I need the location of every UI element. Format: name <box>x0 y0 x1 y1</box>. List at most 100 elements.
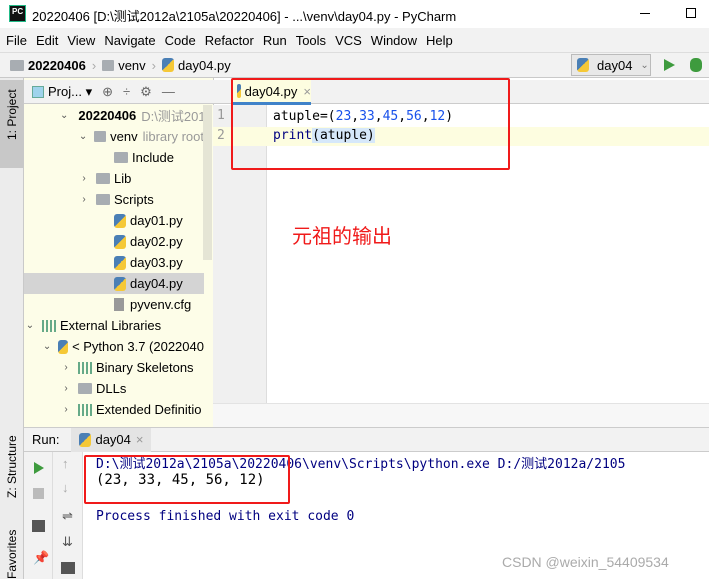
tree-item[interactable]: pyvenv.cfg <box>24 294 204 315</box>
gear-icon[interactable]: ⚙ <box>140 84 152 100</box>
python-icon <box>58 339 69 354</box>
minimize-button[interactable] <box>640 13 650 14</box>
side-tab-project[interactable]: 1: Project <box>0 80 24 168</box>
run-panel-header: Run: day04 × <box>24 427 709 452</box>
side-tab-structure[interactable]: Z: Structure <box>0 428 24 518</box>
tree-item[interactable]: day03.py <box>24 252 204 273</box>
collapse-icon[interactable]: ÷ <box>123 84 130 99</box>
annotation-text: 元祖的输出 <box>292 226 392 248</box>
chevron-down-icon[interactable]: ⌄ <box>60 110 68 121</box>
library-icon <box>78 403 92 416</box>
run-button[interactable] <box>664 59 675 71</box>
python-file-icon <box>114 213 126 228</box>
tree-item[interactable]: day04.py <box>24 273 204 294</box>
side-tab-favorites[interactable]: Favorites <box>0 523 24 579</box>
library-icon <box>42 319 56 332</box>
tree-item[interactable]: day01.py <box>24 210 204 231</box>
chevron-down-icon[interactable]: ⌄ <box>78 131 88 142</box>
close-icon[interactable]: × <box>136 432 144 447</box>
editor-hscrollbar[interactable] <box>213 403 709 427</box>
chevron-right-icon[interactable]: › <box>60 404 72 415</box>
menu-vcs[interactable]: VCS <box>335 33 362 48</box>
menu-navigate[interactable]: Navigate <box>104 33 155 48</box>
annotation-box-code <box>231 78 510 170</box>
folder-icon <box>78 383 92 394</box>
window-title: 20220406 [D:\测试2012a\2105a\20220406] - .… <box>32 9 457 24</box>
chevron-right-icon[interactable]: › <box>78 194 90 205</box>
soft-wrap-icon[interactable]: ⇌ <box>62 508 73 524</box>
chevron-down-icon[interactable]: ⌄ <box>42 341 52 352</box>
run-config-label: day04 <box>597 57 633 73</box>
breadcrumb-venv[interactable]: venv <box>118 58 145 73</box>
folder-icon <box>96 194 110 205</box>
debug-bug-icon[interactable] <box>690 58 702 72</box>
line-number: 2 <box>217 128 225 143</box>
menu-tools[interactable]: Tools <box>296 33 326 48</box>
menu-code[interactable]: Code <box>165 33 196 48</box>
tree-scrollbar[interactable] <box>203 105 212 260</box>
python-file-icon <box>114 255 126 270</box>
folder-icon <box>114 152 128 163</box>
tree-item[interactable]: ⌄ External Libraries <box>24 315 204 336</box>
project-panel-header: Proj... ▾ ⊕ ÷ ⚙ — <box>24 80 213 104</box>
tree-item[interactable]: › Binary Skeletons <box>24 357 204 378</box>
tree-item[interactable]: ⌄ venv library root <box>24 126 204 147</box>
locate-icon[interactable]: ⊕ <box>102 84 113 100</box>
tree-item[interactable]: ⌄ < Python 3.7 (2022040 <box>24 336 204 357</box>
title-bar: PC 20220406 [D:\测试2012a\2105a\20220406] … <box>0 0 709 28</box>
text-file-icon <box>114 298 124 311</box>
menu-bar: File Edit View Navigate Code Refactor Run Tools… <box>0 28 709 52</box>
print-icon[interactable] <box>61 562 75 574</box>
tree-item[interactable]: › DLLs <box>24 378 204 399</box>
layout-icon[interactable] <box>32 520 45 532</box>
python-file-icon <box>162 58 174 72</box>
menu-view[interactable]: View <box>67 33 95 48</box>
maximize-button[interactable] <box>686 8 696 18</box>
tree-item[interactable]: ⌄20220406D:\测试2012a\2 <box>24 105 204 126</box>
tree-item[interactable]: › Lib <box>24 168 204 189</box>
python-icon <box>79 432 92 447</box>
left-tool-strip: 1: Project Z: Structure Favorites <box>0 78 24 579</box>
watermark: CSDN @weixin_54409534 <box>502 554 669 570</box>
python-file-icon <box>114 234 126 249</box>
run-label: Run: <box>32 432 60 447</box>
library-icon <box>78 361 92 374</box>
chevron-down-icon[interactable]: ⌄ <box>24 320 36 331</box>
folder-icon <box>94 131 107 142</box>
menu-file[interactable]: File <box>6 33 27 48</box>
arrow-down-icon[interactable]: ↓ <box>62 480 69 495</box>
menu-help[interactable]: Help <box>426 33 453 48</box>
menu-window[interactable]: Window <box>371 33 417 48</box>
stop-button[interactable] <box>33 488 44 499</box>
project-view-select[interactable]: Proj... ▾ <box>32 84 92 100</box>
pin-icon[interactable]: 📌 <box>33 550 49 566</box>
tree-item[interactable]: day02.py <box>24 231 204 252</box>
folder-icon <box>96 173 110 184</box>
rerun-button[interactable] <box>34 462 44 474</box>
breadcrumb-file[interactable]: day04.py <box>178 58 231 73</box>
menu-refactor[interactable]: Refactor <box>205 33 254 48</box>
menu-edit[interactable]: Edit <box>36 33 58 48</box>
hide-icon[interactable]: — <box>162 84 175 99</box>
python-icon <box>577 58 589 72</box>
run-tab-day04[interactable]: day04 × <box>71 427 152 452</box>
breadcrumb-root[interactable]: 20220406 <box>28 58 86 73</box>
run-toolbar-2: ↑ ↓ ⇌ ⇊ <box>53 452 83 579</box>
tree-item[interactable]: Include <box>24 147 204 168</box>
chevron-down-icon: ⌄ <box>640 59 649 71</box>
run-config-select[interactable]: day04 ⌄ <box>571 54 651 76</box>
tree-item[interactable]: › Extended Definitio <box>24 399 204 420</box>
chevron-right-icon[interactable]: › <box>78 173 90 184</box>
tree-item[interactable]: › Scripts <box>24 189 204 210</box>
run-toolbar: 📌 <box>24 452 53 579</box>
folder-icon <box>10 59 24 71</box>
line-number: 1 <box>217 108 225 123</box>
scroll-end-icon[interactable]: ⇊ <box>62 534 73 550</box>
navigation-bar: 20220406 › venv › day04.py day04 ⌄ <box>0 52 709 78</box>
chevron-right-icon[interactable]: › <box>60 383 72 394</box>
chevron-right-icon[interactable]: › <box>60 362 72 373</box>
arrow-up-icon[interactable]: ↑ <box>62 456 69 471</box>
menu-run[interactable]: Run <box>263 33 287 48</box>
annotation-box-output <box>84 455 290 504</box>
python-file-icon <box>114 276 126 291</box>
